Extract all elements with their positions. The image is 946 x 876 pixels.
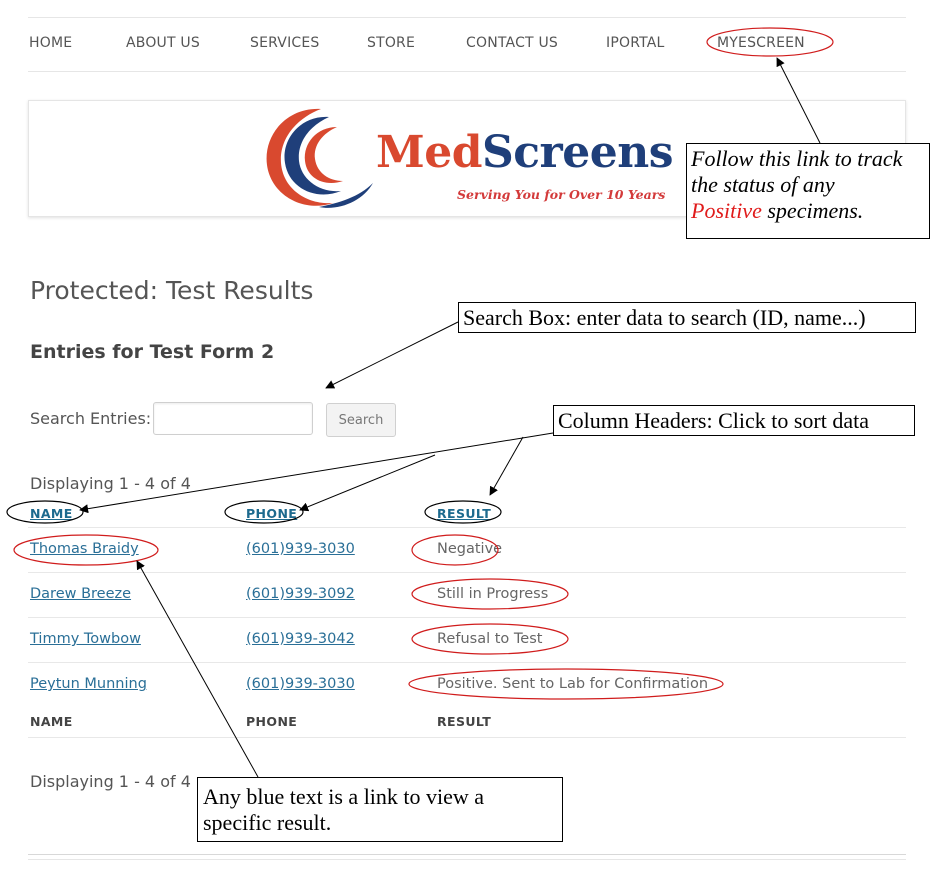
phone-header-arrow <box>299 454 436 512</box>
main-nav: HOME ABOUT US SERVICES STORE CONTACT US … <box>28 18 906 70</box>
footer-rule-1 <box>28 854 906 855</box>
footer-header-phone: PHONE <box>246 714 298 729</box>
entries-title: Entries for Test Form 2 <box>30 341 275 363</box>
result-header-arrow <box>489 436 524 496</box>
result-status: Positive. Sent to Lab for Confirmation <box>437 676 709 692</box>
result-phone-link[interactable]: (601)939-3042 <box>246 631 355 647</box>
result-name-link[interactable]: Thomas Braidy <box>30 541 139 557</box>
myescreen-annotation-line1: Follow this link to track <box>691 146 903 171</box>
result-phone-link[interactable]: (601)939-3092 <box>246 586 355 602</box>
displaying-count-top: Displaying 1 - 4 of 4 <box>30 474 191 493</box>
nav-myescreen[interactable]: MYESCREEN <box>717 35 805 51</box>
myescreen-annotation-box: Follow this link to track the status of … <box>686 143 930 239</box>
search-label: Search Entries: <box>30 409 152 428</box>
myescreen-annotation-line2: the status of any <box>691 172 835 197</box>
column-header-name[interactable]: NAME <box>30 506 73 521</box>
result-name-link[interactable]: Darew Breeze <box>30 586 131 602</box>
result-status: Negative <box>437 541 503 557</box>
nav-services[interactable]: SERVICES <box>250 35 320 51</box>
logo-wordmark: MedScreens <box>376 127 673 178</box>
row-rule <box>28 572 906 573</box>
links-annotation-box: Any blue text is a link to view a specif… <box>197 777 563 842</box>
footer-header-rule <box>28 737 906 738</box>
nav-home[interactable]: HOME <box>29 35 72 51</box>
search-button[interactable]: Search <box>326 403 396 437</box>
medscreens-logo-icon <box>266 108 373 208</box>
result-status: Refusal to Test <box>437 631 543 647</box>
column-header-result[interactable]: RESULT <box>437 506 491 521</box>
links-annotation-line1: Any blue text is a link to view a <box>203 784 485 809</box>
result-phone-link[interactable]: (601)939-3030 <box>246 676 355 692</box>
links-arrow <box>136 560 259 778</box>
footer-rule-2 <box>28 859 906 860</box>
positive-word: Positive <box>691 198 762 223</box>
name-header-arrow <box>79 432 554 514</box>
search-input[interactable] <box>153 402 313 435</box>
result-status: Still in Progress <box>437 586 549 602</box>
headers-annotation-box: Column Headers: Click to sort data <box>553 405 915 436</box>
logo-med: Med <box>376 127 482 178</box>
footer-header-name: NAME <box>30 714 73 729</box>
nav-store[interactable]: STORE <box>367 35 415 51</box>
myescreen-annotation-line3-rest: specimens. <box>761 198 864 223</box>
nav-iportal[interactable]: IPORTAL <box>606 35 665 51</box>
nav-contact-us[interactable]: CONTACT US <box>466 35 558 51</box>
search-arrow <box>325 321 459 389</box>
result-name-link[interactable]: Timmy Towbow <box>30 631 141 647</box>
row-rule <box>28 662 906 663</box>
page-title: Protected: Test Results <box>30 276 314 305</box>
logo-tagline: Serving You for Over 10 Years <box>457 187 666 202</box>
nav-about-us[interactable]: ABOUT US <box>126 35 200 51</box>
column-header-phone[interactable]: PHONE <box>246 506 297 521</box>
displaying-count-bottom: Displaying 1 - 4 of 4 <box>30 772 191 791</box>
result-phone-link[interactable]: (601)939-3030 <box>246 541 355 557</box>
row-rule <box>28 617 906 618</box>
links-annotation-line2: specific result. <box>203 810 332 835</box>
header-rule <box>28 527 906 528</box>
result-name-link[interactable]: Peytun Munning <box>30 676 147 692</box>
search-annotation-box: Search Box: enter data to search (ID, na… <box>458 302 916 333</box>
nav-bottom-rule <box>28 71 906 72</box>
footer-header-result: RESULT <box>437 714 492 729</box>
myescreen-annotation-line3: Positive specimens. <box>691 198 929 224</box>
logo-screens: Screens <box>481 127 674 178</box>
